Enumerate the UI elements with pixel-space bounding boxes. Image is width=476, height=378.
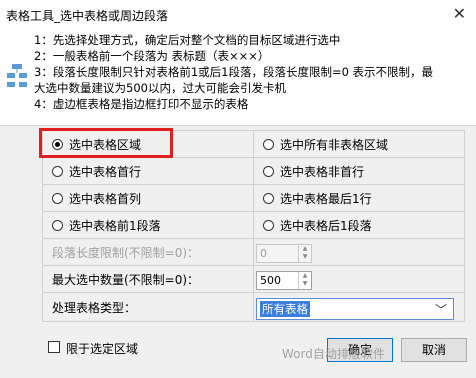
radio-select-nontable-region[interactable] [263, 138, 274, 150]
option-select-nonfirst-rows[interactable]: 选中表格非首行 [254, 158, 465, 185]
option-label: 选中表格前1段落 [69, 218, 161, 233]
option-select-para-before[interactable]: 选中表格前1段落 [43, 212, 254, 239]
watermark: Word自动排版软件 [282, 347, 385, 361]
option-label: 选中表格后1段落 [280, 218, 372, 233]
chevron-down-icon[interactable]: ﹀ [435, 301, 447, 318]
option-label: 选中表格首列 [69, 191, 142, 206]
max-select-label: 最大选中数量(不限制=0)： [52, 272, 200, 287]
radio-select-nonfirst-rows[interactable] [263, 165, 274, 177]
max-select-label-cell: 最大选中数量(不限制=0)： [43, 266, 254, 293]
highlight-box [39, 128, 173, 158]
option-select-nontable-region[interactable]: 选中所有非表格区域 [254, 131, 465, 158]
option-label: 选中表格非首行 [280, 164, 365, 179]
option-label: 选中表格首行 [69, 164, 142, 179]
table-type-label-cell: 处理表格类型： [43, 293, 254, 322]
max-select-input[interactable]: 500 ▲ ▼ [256, 271, 312, 290]
option-select-last-row[interactable]: 选中表格最后1行 [254, 185, 465, 212]
info-line: 2：一般表格前一个段落为 表标题（表×××） [34, 49, 270, 63]
table-type-value: 所有表格 [260, 301, 310, 317]
para-limit-label-cell: 段落长度限制(不限制=0)： [43, 239, 254, 266]
option-label: 选中所有非表格区域 [280, 137, 389, 152]
radio-select-first-column[interactable] [52, 192, 63, 204]
option-select-para-after[interactable]: 选中表格后1段落 [254, 212, 465, 239]
radio-select-last-row[interactable] [263, 192, 274, 204]
option-select-first-row[interactable]: 选中表格首行 [43, 158, 254, 185]
limit-selection-label: 限于选定区域 [66, 342, 139, 356]
option-label: 选中表格最后1行 [280, 191, 372, 206]
options-grid: 选中表格区域 选中所有非表格区域 选中表格首行 选中表格非首行 选中表格首列 选… [42, 130, 465, 322]
title-bar: 表格工具_选中表格或周边段落 ✕ [0, 0, 476, 30]
para-limit-label: 段落长度限制(不限制=0)： [52, 245, 200, 260]
info-line: 4：虚边框表格是指边框打印不显示的表格 [34, 97, 249, 111]
window-title: 表格工具_选中表格或周边段落 [6, 9, 169, 23]
table-type-select[interactable]: 所有表格 ﹀ [256, 298, 454, 320]
info-panel: 1：先选择处理方式，确定后对整个文档的目标区域进行选中 2：一般表格前一个段落为… [0, 30, 476, 126]
info-line: 大选中数量建议为500以内，过大可能会引发卡机 [34, 81, 286, 95]
close-icon[interactable]: ✕ [453, 4, 466, 23]
info-text: 1：先选择处理方式，确定后对整个文档的目标区域进行选中 2：一般表格前一个段落为… [34, 32, 470, 112]
option-select-first-column[interactable]: 选中表格首列 [43, 185, 254, 212]
cancel-button[interactable]: 取消 [401, 338, 467, 362]
table-type-label: 处理表格类型： [52, 300, 137, 315]
limit-selection-checkbox[interactable] [48, 341, 60, 353]
radio-select-first-row[interactable] [52, 165, 63, 177]
para-limit-value: 0 [260, 247, 267, 260]
radio-select-para-before[interactable] [52, 219, 63, 231]
spin-arrows-icon[interactable]: ▲ ▼ [298, 272, 311, 289]
info-line: 1：先选择处理方式，确定后对整个文档的目标区域进行选中 [34, 33, 341, 47]
radio-select-para-after[interactable] [263, 219, 274, 231]
spin-arrows-icon[interactable]: ▲ ▼ [298, 245, 311, 262]
max-select-value: 500 [260, 274, 281, 287]
info-line: 3：段落长度限制只针对表格前1或后1段落，段落长度限制=0 表示不限制，最 [34, 65, 434, 79]
para-limit-input[interactable]: 0 ▲ ▼ [256, 244, 312, 263]
table-structure-icon [7, 64, 27, 87]
